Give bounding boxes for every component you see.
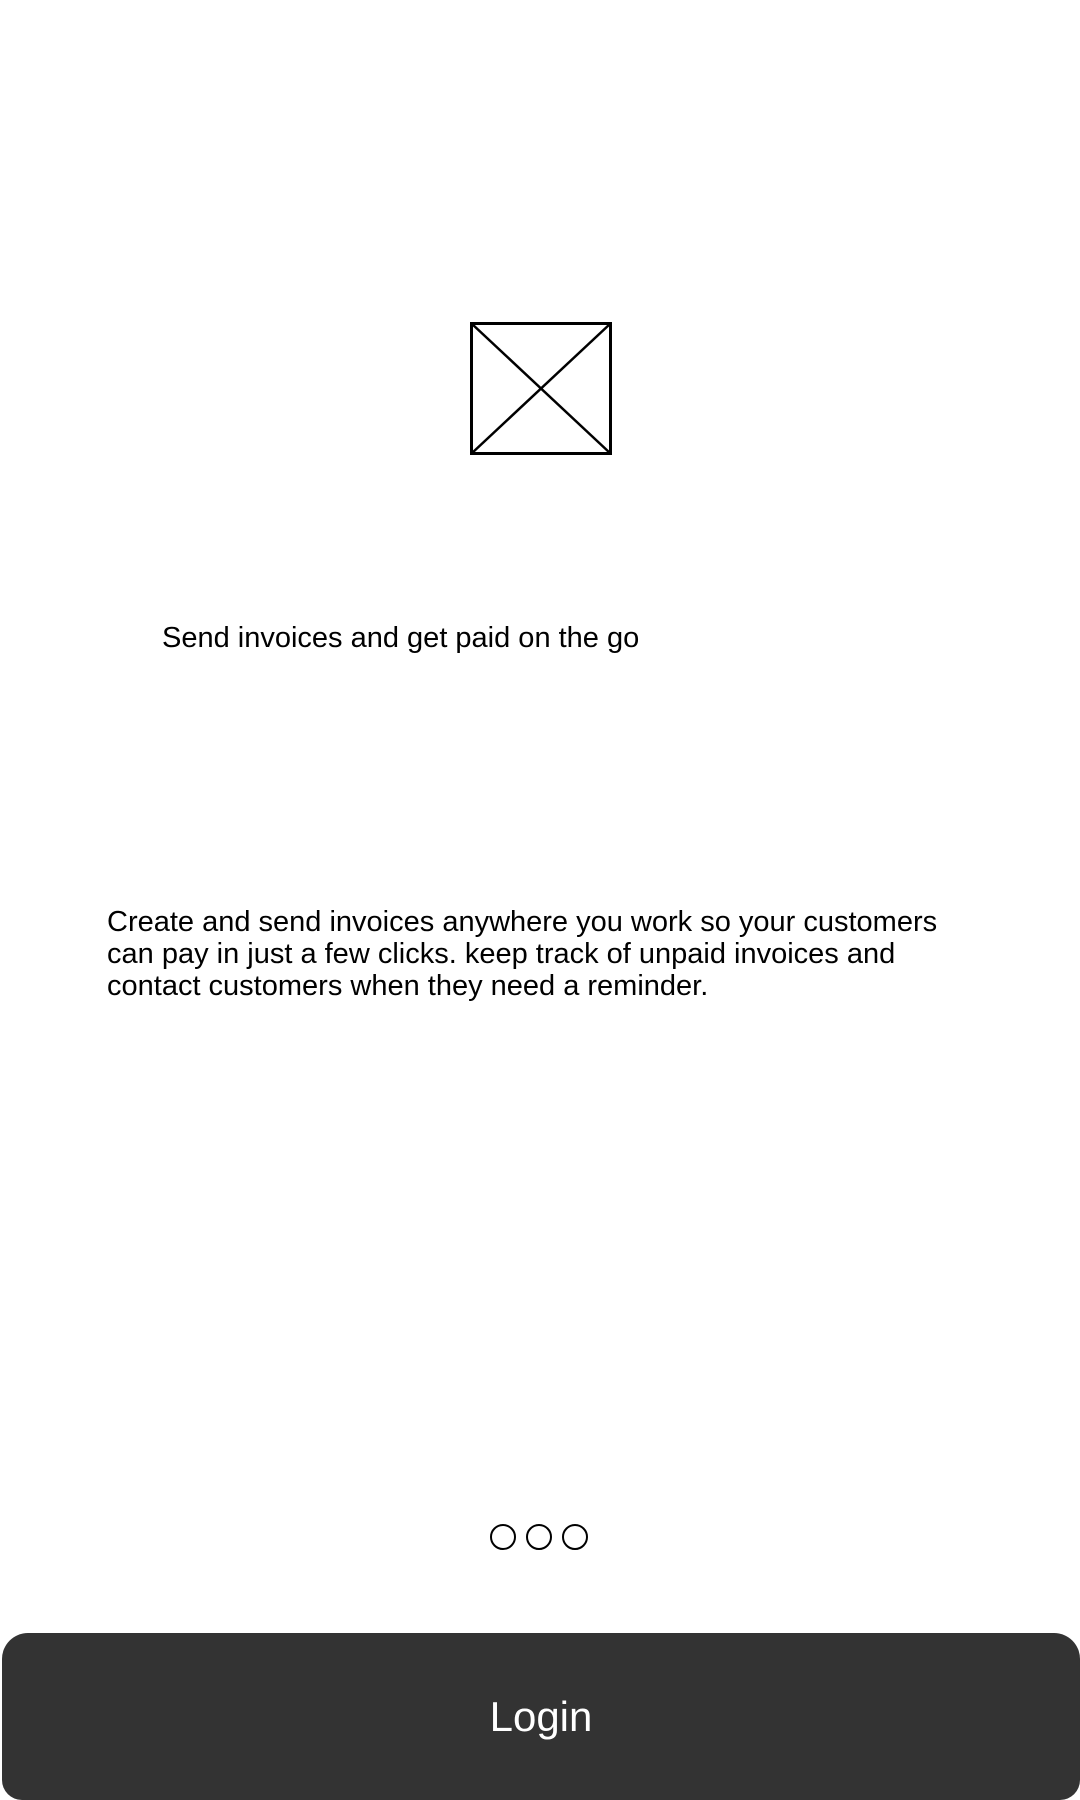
image-placeholder-icon bbox=[470, 322, 612, 455]
login-button-label: Login bbox=[489, 1692, 593, 1740]
onboarding-headline: Send invoices and get paid on the go bbox=[162, 622, 640, 654]
page-dot-1[interactable] bbox=[490, 1524, 516, 1550]
onboarding-screen: Send invoices and get paid on the go Cre… bbox=[0, 0, 1080, 1800]
page-dot-2[interactable] bbox=[526, 1524, 552, 1550]
page-indicator bbox=[490, 1524, 588, 1550]
onboarding-description: Create and send invoices anywhere you wo… bbox=[107, 906, 938, 1002]
page-dot-3[interactable] bbox=[562, 1524, 588, 1550]
login-button[interactable]: Login bbox=[2, 1633, 1080, 1800]
